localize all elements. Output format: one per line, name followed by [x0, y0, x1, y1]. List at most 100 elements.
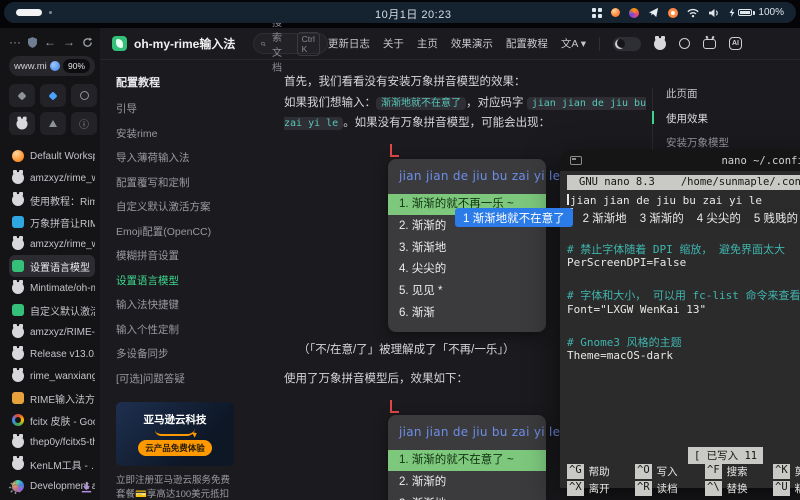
tab-item[interactable]: amzxyz/RIME-LM…: [9, 321, 95, 343]
ad-card[interactable]: 亚马逊云科技 云产品免费体验 立即注册亚马逊云服务免费套餐💳享高达100美元抵扣…: [116, 402, 234, 500]
essential-slot-5[interactable]: [40, 112, 66, 135]
url-bar[interactable]: www.mi 90%: [9, 56, 95, 76]
clock[interactable]: 10月1日 20:23: [375, 6, 451, 22]
ai-assistant-icon[interactable]: AI: [729, 37, 742, 50]
extension-icon[interactable]: [50, 61, 60, 71]
telegram-icon[interactable]: [648, 7, 659, 18]
nav-home[interactable]: 主页: [417, 36, 438, 51]
settings-gear-icon[interactable]: [9, 481, 22, 494]
tab-item[interactable]: 使用教程：Rime: [9, 189, 95, 211]
tab-item[interactable]: rime_wanxiang/…: [9, 365, 95, 387]
essential-slot-1[interactable]: [9, 84, 35, 107]
shortcut-writeout[interactable]: ^O写入: [635, 464, 705, 479]
workspace-header[interactable]: Default Worksp…: [9, 145, 95, 167]
tab-item[interactable]: amzxyz/rime_wa…: [9, 233, 95, 255]
sidebar-item-override[interactable]: 配置覆写和定制: [116, 175, 246, 190]
ime-candidate-selected[interactable]: 1 渐渐地就不在意了: [455, 208, 573, 227]
terminal-body[interactable]: GNU nano 8.3 /home/sunmaple/.config/fc j…: [560, 171, 800, 365]
toc-item-install-model[interactable]: 安装万象模型: [666, 135, 800, 150]
ime-candidate[interactable]: 4 尖尖的: [697, 210, 741, 226]
sidebar-item-import[interactable]: 导入薄荷输入法: [116, 150, 246, 165]
tab-item[interactable]: amzxyz/rime_wa…: [9, 167, 95, 189]
sidebar-item-faq[interactable]: [可选]问题答疑: [116, 371, 246, 386]
back-icon[interactable]: ←: [44, 35, 56, 49]
sidebar-item-sync[interactable]: 多设备同步: [116, 346, 246, 361]
volume-icon[interactable]: [708, 8, 720, 18]
github-icon[interactable]: [654, 38, 666, 50]
site-title[interactable]: oh-my-rime输入法: [134, 35, 235, 52]
ime-candidate[interactable]: 5 贱贱的: [754, 210, 798, 226]
ime-candidate-list: 2 渐渐地 3 渐渐的 4 尖尖的 5 贱贱的 6 简简单: [573, 208, 800, 227]
battery-indicator[interactable]: 100%: [729, 7, 784, 18]
shortcut-search[interactable]: ^F搜索: [705, 464, 773, 479]
tab-item[interactable]: 自定义默认激活…: [9, 299, 95, 321]
shortcut-replace[interactable]: ^\替换: [705, 481, 773, 496]
sidebar-item-hotkeys[interactable]: 输入法快捷键: [116, 297, 246, 312]
active-window-pill[interactable]: [16, 9, 42, 16]
workspace-dot[interactable]: [49, 11, 52, 14]
essential-slot-3[interactable]: [71, 84, 97, 107]
essential-slot-4[interactable]: [9, 112, 35, 135]
wifi-icon[interactable]: [687, 8, 699, 18]
tab-item[interactable]: thep0y/fcitx5-th…: [9, 431, 95, 453]
shortcut-readfile[interactable]: ^R读档: [635, 481, 705, 496]
tab-item[interactable]: RIME输入法方案…: [9, 387, 95, 409]
site-logo-icon[interactable]: [112, 36, 127, 51]
sidebar-item-guide[interactable]: 引导: [116, 101, 246, 116]
blank-line: [567, 225, 800, 241]
sidebar-item-install-rime[interactable]: 安装rime: [116, 126, 246, 141]
ad-banner[interactable]: 亚马逊云科技 云产品免费体验: [116, 402, 234, 466]
ad-body[interactable]: 立即注册亚马逊云服务免费套餐💳享高达100美元抵扣金🚀开始您的云计算之旅🎆: [116, 474, 234, 500]
firefox-tray-icon[interactable]: [629, 8, 639, 18]
zoom-level-badge[interactable]: 90%: [63, 59, 90, 73]
bilibili-icon[interactable]: [703, 39, 716, 49]
tab-item-active[interactable]: 设置语言模型×: [9, 255, 95, 277]
sidebar-item-default-scheme[interactable]: 自定义默认激活方案: [116, 199, 246, 214]
tab-item[interactable]: Release v13.0.3…: [9, 343, 95, 365]
shortcut-help[interactable]: ^G帮助: [567, 464, 635, 479]
sidebar-item-fuzzy[interactable]: 模糊拼音设置: [116, 248, 246, 263]
app-tray-icon-circle[interactable]: [668, 8, 678, 18]
essential-slot-2[interactable]: [40, 84, 66, 107]
search-box[interactable]: 搜索文档 Ctrl K: [253, 33, 328, 54]
forward-icon[interactable]: →: [63, 35, 75, 49]
terminal-titlebar[interactable]: nano ~/.config: [560, 150, 800, 171]
theme-toggle[interactable]: [613, 37, 641, 51]
menu-icon[interactable]: ···: [9, 35, 21, 49]
sidebar-item-custom[interactable]: 输入个性定制: [116, 322, 246, 337]
reload-icon[interactable]: [82, 37, 93, 48]
toc-item-usage[interactable]: 使用效果: [666, 111, 800, 126]
shortcut-cut[interactable]: ^K剪切: [773, 464, 800, 479]
gitee-icon[interactable]: [679, 38, 690, 49]
candidate: 3. 渐渐地: [388, 237, 546, 259]
app-icon: [17, 91, 26, 100]
tab-item[interactable]: 万象拼音让RIME…: [9, 211, 95, 233]
nav-about[interactable]: 关于: [383, 36, 404, 51]
ime-candidate[interactable]: 2 渐渐地: [583, 210, 627, 226]
doc-site-icon: [12, 392, 24, 404]
github-icon: [12, 194, 24, 206]
fox-workspace-icon: [12, 150, 24, 162]
essential-slot-6[interactable]: ⓘ: [71, 112, 97, 135]
ad-badge: 云产品免费体验: [138, 440, 212, 456]
language-menu[interactable]: 文A ▾: [561, 36, 586, 51]
downloads-icon[interactable]: [80, 481, 93, 494]
shield-icon[interactable]: [28, 37, 37, 48]
candidate: 3. 渐渐地: [388, 493, 546, 500]
nav-guide[interactable]: 配置教程: [506, 36, 548, 51]
candidate: 5. 见见 *: [388, 280, 546, 302]
paragraph-1: 首先，我们看看没有安装万象拼音模型的效果：: [284, 72, 652, 93]
ime-candidate[interactable]: 3 渐渐的: [640, 210, 684, 226]
screenshot-grid-icon[interactable]: [592, 8, 602, 18]
github-icon: [12, 282, 24, 294]
nav-demo[interactable]: 效果演示: [451, 36, 493, 51]
sidebar-item-language-model[interactable]: 设置语言模型: [116, 273, 246, 288]
tab-item[interactable]: Mintimate/oh-my…: [9, 277, 95, 299]
shortcut-exit[interactable]: ^X离开: [567, 481, 635, 496]
nav-changelog[interactable]: 更新日志: [328, 36, 370, 51]
tab-item[interactable]: fcitx 皮肤 - Goog…: [9, 409, 95, 431]
app-tray-icon-orange[interactable]: [611, 8, 620, 17]
sidebar-item-emoji[interactable]: Emoji配置(OpenCC): [116, 224, 246, 239]
shortcut-paste[interactable]: ^U粘贴: [773, 481, 800, 496]
tab-item[interactable]: KenLM工具 - …: [9, 453, 95, 475]
